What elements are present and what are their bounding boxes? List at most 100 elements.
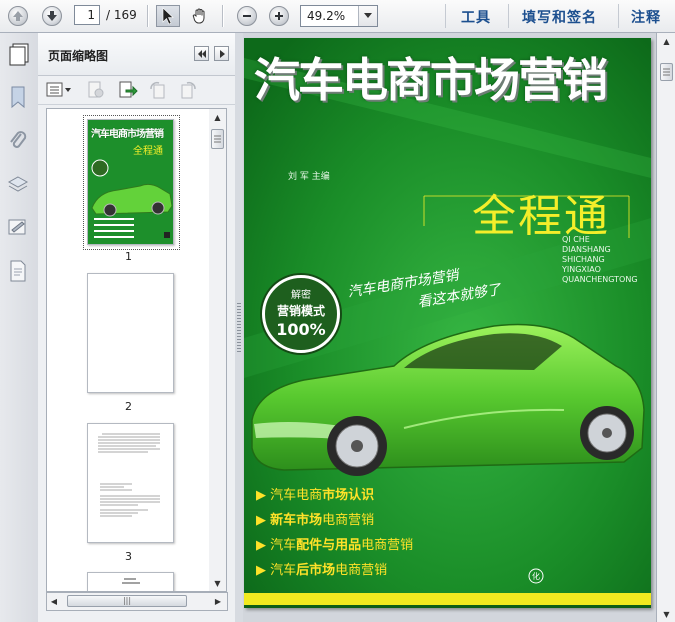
rotate-left-icon xyxy=(150,81,165,99)
bullet-text: 汽车 xyxy=(270,538,297,553)
bullet-triangle-icon: ▶ xyxy=(256,513,266,528)
extract-page-button[interactable] xyxy=(118,81,138,99)
scroll-down-icon[interactable]: ▼ xyxy=(657,606,675,622)
collapse-panel-button[interactable] xyxy=(194,46,209,61)
double-chevron-left-icon xyxy=(197,49,206,58)
document-icon[interactable] xyxy=(7,259,29,282)
rotate-ccw-button[interactable] xyxy=(148,81,168,99)
thumbnail-page-4[interactable] xyxy=(87,572,174,591)
document-scrollbar[interactable]: ▲ ▼ xyxy=(656,33,675,622)
cover-title: 汽车电商市场营销 xyxy=(254,53,608,107)
scrollbar-thumb[interactable] xyxy=(211,129,224,149)
zoom-value: 49.2% xyxy=(307,9,346,23)
badge-top-text: 解密 xyxy=(291,290,311,301)
scroll-left-icon[interactable]: ◀ xyxy=(47,593,61,609)
plus-icon xyxy=(269,6,289,26)
main-toolbar: 1 / 169 49.2% 工具 填写和签名 注释 xyxy=(0,0,675,33)
bullet-emphasis: 市场认识 xyxy=(322,488,375,503)
bullet-triangle-icon: ▶ xyxy=(256,563,266,578)
pinyin-line: DIANSHANG xyxy=(562,245,611,254)
page-number-input[interactable]: 1 xyxy=(74,5,100,25)
expand-panel-button[interactable] xyxy=(214,46,229,61)
navigation-rail xyxy=(0,33,39,622)
toolbar-separator xyxy=(618,4,619,28)
cover-bullet: ▶ 汽车电商市场认识 xyxy=(256,483,413,508)
badge-mid-text: 营销模式 xyxy=(276,304,325,318)
thumbnail-text-lines xyxy=(98,433,160,517)
cover-pinyin: QI CHE DIANSHANG SHICHANG YINGXIAO QUANC… xyxy=(562,235,638,285)
bullet-text: 汽车电商 xyxy=(270,488,323,503)
arrow-down-icon xyxy=(42,6,62,26)
cover-bullet-list: ▶ 汽车电商市场认识 ▶ 新车市场电商营销 ▶ 汽车配件与用品电商营销 ▶ 汽车… xyxy=(256,483,413,583)
hand-tool-button[interactable] xyxy=(188,5,212,27)
bullet-text: 电商营销 xyxy=(361,538,414,553)
fill-and-sign-button[interactable]: 填写和签名 xyxy=(522,7,597,27)
select-tool-button[interactable] xyxy=(156,5,180,27)
delete-page-button[interactable] xyxy=(86,81,106,99)
cover-page: 化 汽车电商市场营销 刘 军 主编 全程通 QI CHE DIANSHANG S… xyxy=(244,38,651,608)
bullet-text: 电商营销 xyxy=(335,563,388,578)
pinyin-line: QUANCHENGTONG xyxy=(562,275,638,284)
bullet-text: 电商营销 xyxy=(322,513,375,528)
thumbnail-page-1[interactable]: 汽车电商市场营销 全程通 xyxy=(87,119,174,245)
bullet-text: 汽车 xyxy=(270,563,297,578)
zoom-out-button[interactable] xyxy=(235,5,259,27)
scroll-up-icon[interactable]: ▲ xyxy=(657,33,675,49)
cover-author: 刘 军 主编 xyxy=(288,172,330,182)
thumbnail-page-2[interactable] xyxy=(87,273,174,393)
delete-page-icon xyxy=(88,81,104,98)
comment-button[interactable]: 注释 xyxy=(631,7,661,27)
zoom-select[interactable]: 49.2% xyxy=(300,5,378,27)
thumbnail-cover-art xyxy=(91,159,173,238)
chevron-down-icon[interactable] xyxy=(358,6,377,26)
thumbnail-label-2: 2 xyxy=(125,400,132,413)
scroll-down-icon[interactable]: ▼ xyxy=(209,575,226,591)
thumbnail-page-3[interactable] xyxy=(87,423,174,543)
thumbnail-scrollbar[interactable]: ▲ ▼ xyxy=(209,108,227,592)
arrow-up-icon xyxy=(8,6,28,26)
cover-bullet: ▶ 汽车后市场电商营销 xyxy=(256,558,413,583)
minus-icon xyxy=(237,6,257,26)
splitter-grip[interactable] xyxy=(237,303,241,353)
pinyin-line: YINGXIAO xyxy=(562,265,601,274)
attachment-icon[interactable] xyxy=(7,129,29,151)
panel-splitter[interactable] xyxy=(235,33,243,622)
bullet-triangle-icon: ▶ xyxy=(256,488,266,503)
tools-button[interactable]: 工具 xyxy=(461,7,491,27)
layers-icon[interactable] xyxy=(7,173,29,195)
badge-percent: 100% xyxy=(276,320,326,339)
bullet-triangle-icon: ▶ xyxy=(256,538,266,553)
page-count: / 169 xyxy=(106,8,137,22)
pinyin-line: QI CHE xyxy=(562,235,590,244)
panel-toolbar xyxy=(38,76,235,105)
cover-bullet: ▶ 汽车配件与用品电商营销 xyxy=(256,533,413,558)
scroll-up-icon[interactable]: ▲ xyxy=(209,109,226,125)
page-thumbnails-icon[interactable] xyxy=(8,43,30,66)
cursor-arrow-icon xyxy=(162,7,174,25)
toolbar-separator xyxy=(222,5,224,27)
thumbnail-h-scrollbar[interactable]: ◀ ||| ▶ xyxy=(46,592,228,611)
bullet-emphasis: 配件与用品 xyxy=(296,538,362,553)
bookmark-icon[interactable] xyxy=(7,85,29,109)
pinyin-line: SHICHANG xyxy=(562,255,605,264)
toolbar-separator xyxy=(445,4,446,28)
bullet-emphasis: 新车市场 xyxy=(270,513,323,528)
hand-icon xyxy=(192,8,205,24)
next-page-button[interactable] xyxy=(40,5,64,27)
toolbar-separator xyxy=(508,4,509,28)
cover-bullet: ▶ 新车市场电商营销 xyxy=(256,508,413,533)
h-scrollbar-thumb[interactable]: ||| xyxy=(67,595,187,607)
insert-page-icon xyxy=(119,81,138,98)
signature-icon[interactable] xyxy=(7,216,29,238)
panel-header: 页面缩略图 xyxy=(38,33,235,76)
thumbnail-list[interactable]: 汽车电商市场营销 全程通 1 2 3 xyxy=(46,108,211,592)
options-menu-button[interactable] xyxy=(46,81,72,99)
previous-page-button[interactable] xyxy=(6,5,30,27)
zoom-in-button[interactable] xyxy=(267,5,291,27)
rotate-right-icon xyxy=(181,81,196,99)
scroll-right-icon[interactable]: ▶ xyxy=(211,593,225,609)
document-scrollbar-thumb[interactable] xyxy=(660,63,673,81)
rotate-cw-button[interactable] xyxy=(178,81,198,99)
thumbnail-label-3: 3 xyxy=(125,550,132,563)
document-view[interactable]: 化 汽车电商市场营销 刘 军 主编 全程通 QI CHE DIANSHANG S… xyxy=(243,33,656,622)
